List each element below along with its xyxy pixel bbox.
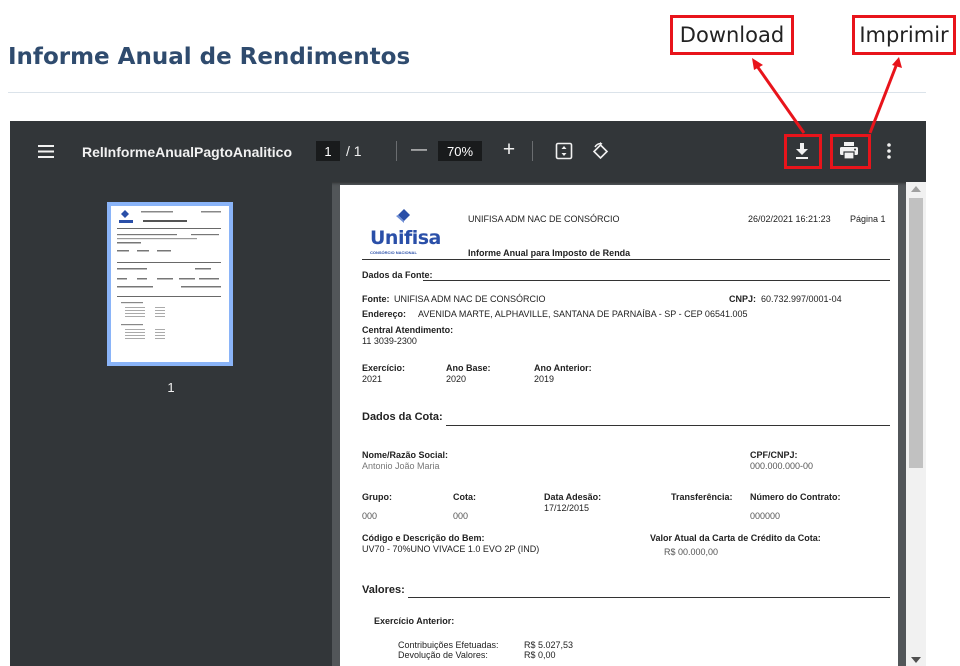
divider (446, 425, 890, 426)
pdf-viewer: RelInformeAnualPagtoAnalitico 1 / 1 — 70… (10, 121, 926, 666)
fit-page-icon[interactable] (554, 141, 574, 161)
download-callout-label: Download (679, 23, 785, 47)
toolbar-divider (532, 141, 533, 161)
report-datetime: 26/02/2021 16:21:23 (748, 214, 831, 224)
endereco-value: AVENIDA MARTE, ALPHAVILLE, SANTANA DE PA… (418, 309, 748, 319)
toolbar-divider (396, 141, 397, 161)
rotate-icon[interactable] (590, 141, 610, 161)
divider (408, 597, 890, 598)
print-highlight (830, 134, 871, 169)
company-name: UNIFISA ADM NAC DE CONSÓRCIO (468, 214, 620, 224)
pdf-page: Unifisa CONSÓRCIO NACIONAL UNIFISA ADM N… (340, 185, 898, 666)
contrato-label: Número do Contrato: (750, 492, 841, 502)
scroll-up-icon[interactable] (911, 186, 921, 192)
divider (362, 259, 890, 260)
cpf-value: 000.000.000-00 (750, 461, 814, 471)
nome-value: Antonio João Maria (362, 461, 440, 471)
print-callout: Imprimir (852, 15, 956, 55)
devolucao-value: R$ 0,00 (524, 650, 556, 660)
cpf-label: CPF/CNPJ: (750, 450, 798, 460)
logo-text: Unifisa (370, 227, 441, 249)
devolucao-label: Devolução de Valores: (398, 650, 488, 660)
page-title: Informe Anual de Rendimentos (8, 44, 411, 70)
adesao-label: Data Adesão: (544, 492, 602, 502)
page-thumbnail[interactable] (107, 202, 233, 366)
section-dados-cota: Dados da Cota: (362, 411, 443, 423)
report-title: Informe Anual para Imposto de Renda (468, 248, 631, 258)
more-options-icon[interactable] (882, 141, 896, 161)
scrollbar-thumb[interactable] (909, 198, 923, 468)
transferencia-label: Transferência: (671, 492, 733, 502)
print-callout-label: Imprimir (859, 23, 949, 47)
ano-anterior-label: Ano Anterior: (534, 363, 592, 373)
zoom-input[interactable]: 70% (438, 141, 482, 161)
contribuicoes-value: R$ 5.027,53 (524, 640, 574, 650)
zoom-out-button[interactable]: — (408, 139, 430, 161)
download-highlight (784, 134, 822, 169)
scroll-down-icon[interactable] (911, 657, 921, 663)
nome-label: Nome/Razão Social: (362, 450, 449, 460)
grupo-label: Grupo: (362, 492, 392, 502)
fonte-value: UNIFISA ADM NAC DE CONSÓRCIO (394, 294, 546, 304)
contribuicoes-label: Contribuições Efetuadas: (398, 640, 499, 650)
title-divider (8, 92, 926, 93)
central-label: Central Atendimento: (362, 325, 454, 335)
cnpj-label: CNPJ: (729, 294, 757, 304)
exercicio-label: Exercício: (362, 363, 406, 373)
ano-base-value: 2020 (446, 374, 467, 384)
section-dados-fonte: Dados da Fonte: (362, 270, 433, 280)
ano-anterior-value: 2019 (534, 374, 555, 384)
document-name: RelInformeAnualPagtoAnalitico (82, 144, 293, 160)
carta-value: R$ 00.000,00 (664, 547, 719, 557)
bem-value: UV70 - 70%UNO VIVACE 1.0 EVO 2P (IND) (362, 544, 540, 554)
thumbnail-sidebar: 1 (10, 182, 332, 666)
cota-label: Cota: (453, 492, 476, 502)
contrato-value: 000000 (750, 511, 781, 521)
page-total: / 1 (346, 143, 362, 159)
page-number-input[interactable]: 1 (316, 141, 340, 161)
logo-subtext: CONSÓRCIO NACIONAL (370, 250, 417, 255)
grupo-value: 000 (362, 511, 378, 521)
bem-label: Código e Descrição do Bem: (362, 533, 485, 543)
endereco-label: Endereço: (362, 309, 407, 319)
carta-label: Valor Atual da Carta de Crédito da Cota: (650, 533, 821, 543)
scrollbar[interactable] (906, 182, 926, 666)
fonte-label: Fonte: (362, 294, 390, 304)
adesao-value: 17/12/2015 (544, 503, 590, 513)
ano-base-label: Ano Base: (446, 363, 491, 373)
divider (423, 280, 890, 281)
download-callout: Download (670, 15, 794, 55)
exercicio-value: 2021 (362, 374, 383, 384)
zoom-in-button[interactable]: + (498, 138, 520, 162)
exercicio-anterior-label: Exercício Anterior: (374, 616, 455, 626)
menu-icon[interactable] (36, 141, 56, 161)
section-valores: Valores: (362, 584, 405, 596)
cnpj-value: 60.732.997/0001-04 (761, 294, 842, 304)
page-label: Página 1 (850, 214, 886, 224)
thumbnail-page-number: 1 (167, 380, 175, 395)
central-value: 11 3039-2300 (362, 336, 417, 346)
cota-value: 000 (453, 511, 469, 521)
pdf-toolbar: RelInformeAnualPagtoAnalitico 1 / 1 — 70… (10, 121, 926, 182)
